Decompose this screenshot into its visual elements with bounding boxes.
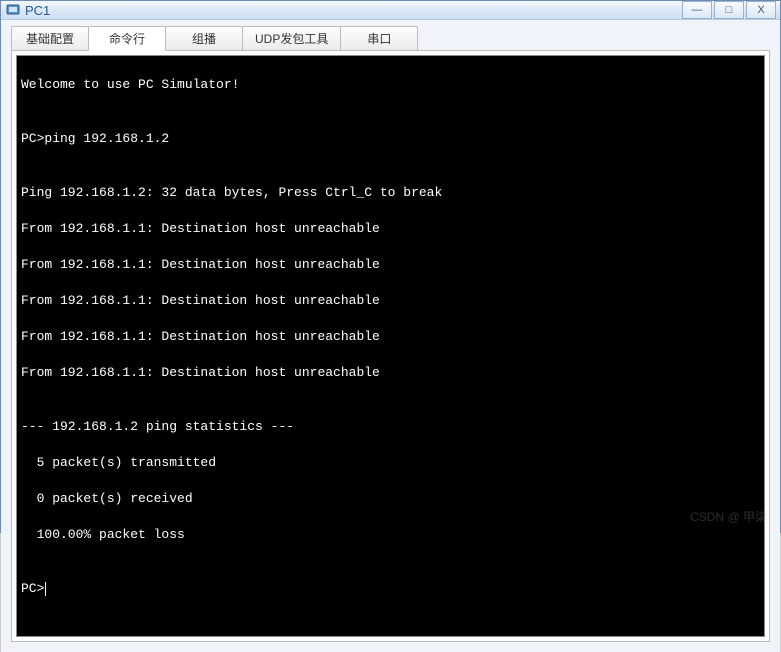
- maximize-button[interactable]: □: [714, 1, 744, 19]
- tab-basic-config[interactable]: 基础配置: [11, 26, 89, 50]
- terminal-line: PC>ping 192.168.1.2: [21, 130, 760, 148]
- tab-command-line[interactable]: 命令行: [88, 26, 166, 51]
- tab-serial[interactable]: 串口: [340, 26, 418, 50]
- close-button[interactable]: X: [746, 1, 776, 19]
- content-area: 基础配置 命令行 组播 UDP发包工具 串口 Welcome to use PC…: [1, 20, 780, 652]
- terminal-line: From 192.168.1.1: Destination host unrea…: [21, 328, 760, 346]
- window-controls: — □ X: [682, 1, 776, 19]
- terminal-line: 100.00% packet loss: [21, 526, 760, 544]
- terminal-line: 5 packet(s) transmitted: [21, 454, 760, 472]
- cursor-icon: [45, 582, 46, 596]
- terminal-line: From 192.168.1.1: Destination host unrea…: [21, 292, 760, 310]
- app-icon: [5, 2, 21, 18]
- terminal-line: From 192.168.1.1: Destination host unrea…: [21, 256, 760, 274]
- terminal-line: From 192.168.1.1: Destination host unrea…: [21, 364, 760, 382]
- tab-udp-tool[interactable]: UDP发包工具: [242, 26, 341, 50]
- tab-panel: Welcome to use PC Simulator! PC>ping 192…: [11, 50, 770, 642]
- window-title: PC1: [25, 3, 682, 18]
- titlebar: PC1 — □ X: [1, 1, 780, 20]
- minimize-button[interactable]: —: [682, 1, 712, 19]
- terminal-line: Ping 192.168.1.2: 32 data bytes, Press C…: [21, 184, 760, 202]
- app-window: PC1 — □ X 基础配置 命令行 组播 UDP发包工具 串口 Welcome…: [0, 0, 781, 533]
- terminal[interactable]: Welcome to use PC Simulator! PC>ping 192…: [16, 55, 765, 637]
- terminal-line: --- 192.168.1.2 ping statistics ---: [21, 418, 760, 436]
- prompt-text: PC>: [21, 581, 44, 596]
- tab-multicast[interactable]: 组播: [165, 26, 243, 50]
- tab-bar: 基础配置 命令行 组播 UDP发包工具 串口: [11, 26, 770, 50]
- terminal-prompt: PC>: [21, 580, 760, 598]
- terminal-line: Welcome to use PC Simulator!: [21, 76, 760, 94]
- terminal-line: 0 packet(s) received: [21, 490, 760, 508]
- terminal-line: From 192.168.1.1: Destination host unrea…: [21, 220, 760, 238]
